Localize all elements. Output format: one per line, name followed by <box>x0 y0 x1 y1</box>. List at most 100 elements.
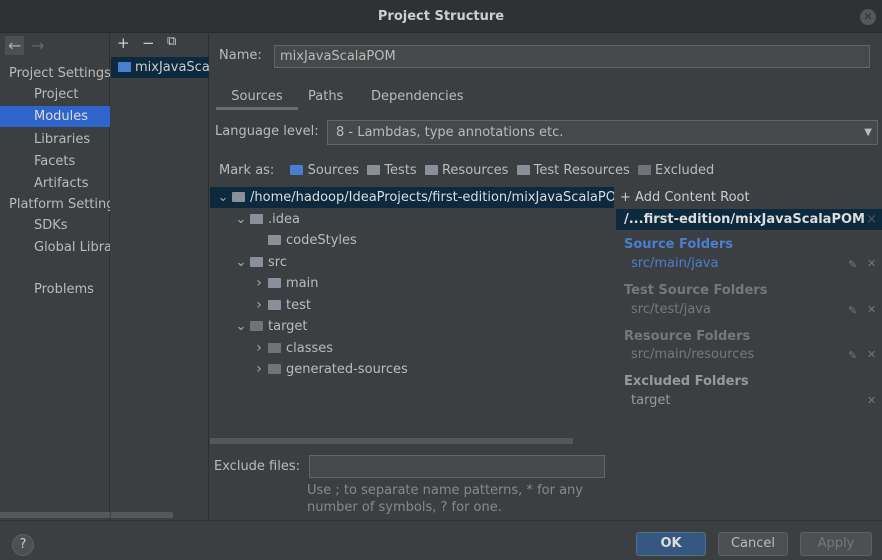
chevron-right-icon[interactable]: › <box>252 295 266 316</box>
mark-tests[interactable]: Tests <box>367 163 417 178</box>
mark-test-resources[interactable]: Test Resources <box>516 163 630 178</box>
chevron-down-icon: ▼ <box>864 127 872 138</box>
exclude-hint: Use ; to separate name patterns, * for a… <box>307 482 583 516</box>
sidebar-item-artifacts[interactable]: Artifacts <box>0 173 110 194</box>
remove-icon[interactable]: ✕ <box>867 257 876 270</box>
chevron-down-icon[interactable]: ⌄ <box>234 209 248 230</box>
apply-button[interactable]: Apply <box>800 532 872 556</box>
edit-icon[interactable]: ✎ <box>848 304 857 317</box>
sidebar-item-facets[interactable]: Facets <box>0 151 110 172</box>
exclude-hint-line1: Use ; to separate name patterns, * for a… <box>307 483 583 498</box>
tree-label: /home/hadoop/IdeaProjects/first-edition/… <box>250 190 614 205</box>
back-arrow-icon[interactable]: ← <box>5 36 25 55</box>
sidebar-item-modules[interactable]: Modules <box>0 106 110 127</box>
content-root-label: /...first-edition/mixJavaScalaPOM <box>624 212 865 227</box>
tab-dependencies[interactable]: Dependencies <box>371 88 464 110</box>
folder-icon <box>268 235 281 245</box>
tree-label: generated-sources <box>286 362 408 377</box>
test-resources-folder-icon <box>516 165 530 175</box>
folder-icon <box>250 256 263 267</box>
resources-folder-icon <box>424 165 438 175</box>
language-level-dropdown[interactable]: 8 - Lambdas, type annotations etc. ▼ <box>327 120 878 145</box>
folder-icon <box>250 213 263 224</box>
chevron-right-icon[interactable]: › <box>252 273 266 294</box>
chevron-right-icon[interactable]: › <box>252 338 266 359</box>
test-source-folders-header: Test Source Folders <box>624 283 768 298</box>
exclude-files-input[interactable] <box>309 455 605 478</box>
sidebar: ← → Project Settings Project Modules Lib… <box>0 34 110 520</box>
chevron-down-icon[interactable]: ⌄ <box>234 316 248 337</box>
window-title: Project Structure <box>377 9 505 24</box>
chevron-down-icon[interactable]: ⌄ <box>234 252 248 273</box>
content-root-path[interactable]: /...first-edition/mixJavaScalaPOM × <box>616 209 882 230</box>
tab-sources[interactable]: Sources <box>216 88 298 110</box>
mark-excluded[interactable]: Excluded <box>637 163 714 178</box>
folder-icon <box>268 342 281 353</box>
module-list: + − ⧉ mixJavaScalaPOM <box>111 34 209 520</box>
tree-label: main <box>286 276 319 291</box>
tab-paths[interactable]: Paths <box>308 88 343 110</box>
remove-icon[interactable]: ✕ <box>867 394 876 407</box>
copy-icon[interactable]: ⧉ <box>167 34 176 49</box>
forward-arrow-icon[interactable]: → <box>31 36 44 55</box>
edit-icon[interactable]: ✎ <box>848 258 857 271</box>
sidebar-scrollbar[interactable] <box>0 512 110 518</box>
mark-as-label: Mark as: <box>219 163 275 178</box>
mark-resources[interactable]: Resources <box>424 163 508 178</box>
chevron-down-icon[interactable]: ⌄ <box>216 187 230 208</box>
module-item[interactable]: mixJavaScalaPOM <box>111 57 209 78</box>
cancel-button[interactable]: Cancel <box>718 532 788 556</box>
tree-label: classes <box>286 340 334 356</box>
folder-tree: ⌄/home/hadoop/IdeaProjects/first-edition… <box>210 187 614 441</box>
tree-row[interactable]: › test <box>210 295 614 316</box>
source-folder-item: src/main/java <box>631 256 719 271</box>
tree-row[interactable]: › generated-sources <box>210 359 614 380</box>
tree-row[interactable]: ⌄ src <box>210 252 614 273</box>
tree-row[interactable]: › classes <box>210 338 614 359</box>
remove-icon[interactable]: − <box>142 34 155 52</box>
tree-row[interactable]: ⌄ target <box>210 316 614 337</box>
section-project-settings: Project Settings <box>9 66 110 81</box>
edit-icon[interactable]: ✎ <box>848 349 857 362</box>
content-root-panel: + Add Content Root /...first-edition/mix… <box>614 187 882 417</box>
title-bar: Project Structure ✕ <box>0 0 882 33</box>
sidebar-item-libraries[interactable]: Libraries <box>0 129 110 150</box>
folder-icon <box>268 364 281 374</box>
tree-label: test <box>286 297 311 313</box>
remove-icon[interactable]: ✕ <box>867 303 876 316</box>
chevron-right-icon[interactable]: › <box>252 359 266 380</box>
tests-folder-icon <box>367 165 381 175</box>
tree-label: codeStyles <box>286 233 357 248</box>
ok-button[interactable]: OK <box>636 532 706 556</box>
tree-label: target <box>268 319 308 334</box>
sidebar-item-global-libraries[interactable]: Global Libraries <box>0 237 110 258</box>
resource-folders-header: Resource Folders <box>624 329 751 344</box>
sidebar-item-problems[interactable]: Problems <box>0 279 110 300</box>
folder-icon <box>250 321 263 331</box>
tree-label: .idea <box>268 211 300 227</box>
close-icon[interactable]: ✕ <box>860 9 876 25</box>
excluded-folders-header: Excluded Folders <box>624 374 749 389</box>
tree-row[interactable]: codeStyles <box>210 230 614 251</box>
module-list-scrollbar[interactable] <box>111 512 173 518</box>
add-content-root-button[interactable]: + Add Content Root <box>620 190 750 205</box>
excluded-folder-icon <box>637 165 651 175</box>
sources-folder-icon <box>290 165 304 175</box>
help-button[interactable]: ? <box>12 534 34 556</box>
tree-row[interactable]: › main <box>210 273 614 294</box>
remove-icon[interactable]: ✕ <box>867 348 876 361</box>
tree-scrollbar[interactable] <box>210 438 573 444</box>
tree-row[interactable]: ⌄ .idea <box>210 209 614 230</box>
mark-sources[interactable]: Sources <box>290 163 359 178</box>
exclude-files-label: Exclude files: <box>214 459 301 474</box>
remove-root-icon[interactable]: × <box>866 209 877 230</box>
add-icon[interactable]: + <box>117 34 130 52</box>
sidebar-item-project[interactable]: Project <box>0 84 110 105</box>
name-input[interactable] <box>274 45 870 68</box>
mark-as-bar: Mark as: Sources Tests Resources Test Re… <box>219 163 714 178</box>
folder-icon <box>232 192 245 202</box>
sidebar-item-sdks[interactable]: SDKs <box>0 215 110 236</box>
module-folder-icon <box>118 62 131 72</box>
tree-row[interactable]: ⌄ /home/hadoop/IdeaProjects/first-edition… <box>210 187 614 208</box>
language-level-value: 8 - Lambdas, type annotations etc. <box>336 125 564 140</box>
